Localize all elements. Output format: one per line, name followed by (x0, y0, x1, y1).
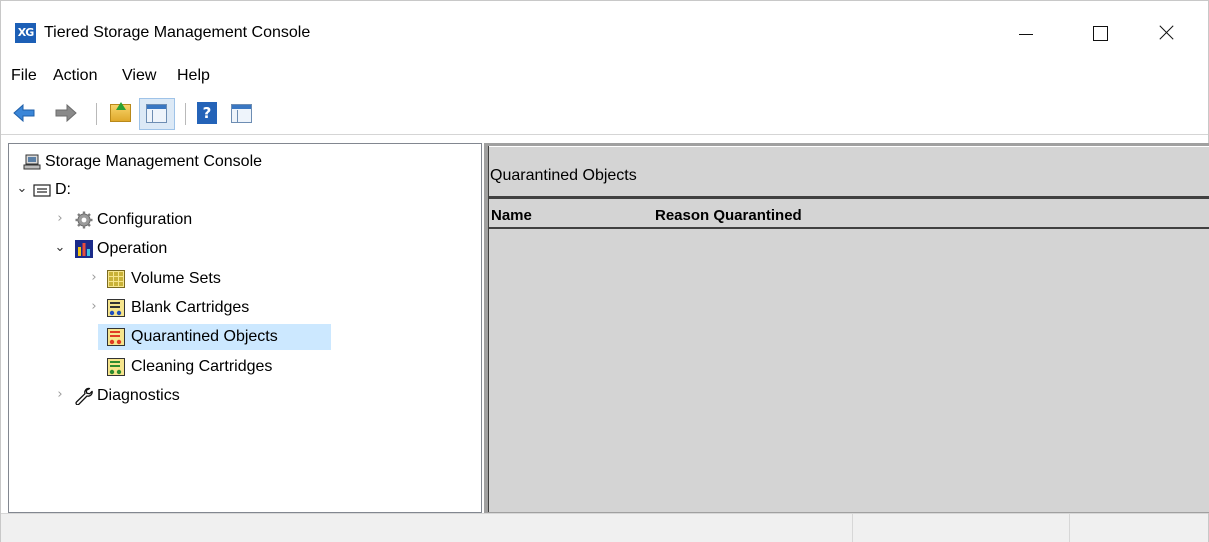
chevron-down-icon[interactable]: ⌄ (53, 240, 67, 256)
window-title: Tiered Storage Management Console (44, 24, 311, 41)
tree-item-label: Quarantined Objects (131, 328, 278, 345)
show-hide-console-tree-icon[interactable] (146, 104, 167, 123)
tree-item-drive-d[interactable]: ⌄ D: (9, 178, 129, 202)
cleaning-cartridge-icon (107, 358, 125, 376)
tree-item-volume-sets[interactable]: › Volume Sets (9, 267, 269, 291)
tree-item-quarantined-objects[interactable]: Quarantined Objects (9, 325, 339, 349)
column-header-reason-quarantined[interactable]: Reason Quarantined (655, 207, 802, 225)
tree-item-label: Configuration (97, 211, 193, 228)
menu-view[interactable]: View (122, 67, 156, 85)
app-icon: XG (15, 23, 36, 43)
tree-item-cleaning-cartridges[interactable]: Cleaning Cartridges (9, 355, 339, 379)
status-cell (1069, 514, 1208, 542)
menu-bar: File Action View Help (1, 61, 1208, 91)
bar-chart-icon (75, 240, 93, 258)
tree-item-operation[interactable]: ⌄ Operation (9, 237, 229, 261)
show-hide-action-pane-icon[interactable] (231, 104, 252, 123)
tree-item-root[interactable]: Storage Management Console (9, 150, 329, 174)
tree-item-configuration[interactable]: › Configuration (9, 208, 249, 232)
toolbar-divider (1, 134, 1208, 135)
pane-splitter[interactable] (488, 146, 489, 512)
tree-item-diagnostics[interactable]: › Diagnostics (9, 384, 239, 408)
result-title: Quarantined Objects (490, 167, 637, 184)
menu-help[interactable]: Help (177, 67, 210, 85)
close-button[interactable] (1144, 13, 1190, 53)
minimize-button[interactable] (1003, 13, 1049, 53)
forward-arrow-icon[interactable] (54, 101, 78, 125)
status-cell (852, 514, 1069, 542)
column-header-row: Name Reason Quarantined (488, 202, 1209, 229)
tree-item-label: D: (55, 181, 71, 198)
tree-item-label: Diagnostics (97, 387, 180, 404)
toolbar-separator (96, 103, 97, 125)
computer-icon (23, 154, 41, 170)
result-panel: Quarantined Objects Name Reason Quaranti… (488, 146, 1209, 512)
quarantined-cartridge-icon (107, 328, 125, 346)
blank-cartridge-icon (107, 299, 125, 317)
status-bar (1, 513, 1208, 542)
gear-icon (75, 211, 93, 229)
console-tree[interactable]: Storage Management Console ⌄ D: › Config… (8, 143, 482, 513)
menu-file[interactable]: File (11, 67, 37, 85)
help-icon[interactable]: ? (197, 102, 217, 124)
menu-action[interactable]: Action (53, 67, 97, 85)
tree-item-label: Operation (97, 240, 168, 257)
column-header-name[interactable]: Name (491, 207, 532, 225)
toolbar-separator (185, 103, 186, 125)
tree-item-label: Blank Cartridges (131, 299, 250, 316)
result-header: Quarantined Objects (488, 146, 1209, 199)
volume-sets-icon (107, 270, 125, 288)
chevron-down-icon[interactable]: ⌄ (15, 181, 29, 197)
main-window: XG Tiered Storage Management Console Fil… (0, 0, 1209, 542)
result-pane: Quarantined Objects Name Reason Quaranti… (484, 143, 1209, 513)
up-one-level-icon[interactable] (110, 102, 131, 122)
tree-item-blank-cartridges[interactable]: › Blank Cartridges (9, 296, 289, 320)
results-list[interactable] (488, 231, 1209, 512)
chevron-right-icon[interactable]: › (87, 299, 101, 315)
tree-item-label: Cleaning Cartridges (131, 358, 273, 375)
title-bar[interactable]: XG Tiered Storage Management Console (1, 1, 1208, 61)
tree-item-label: Storage Management Console (45, 153, 263, 170)
chevron-right-icon[interactable]: › (53, 211, 67, 227)
toolbar: ? (1, 98, 1208, 132)
chevron-right-icon[interactable]: › (87, 270, 101, 286)
tree-item-label: Volume Sets (131, 270, 221, 287)
back-arrow-icon[interactable] (12, 101, 36, 125)
maximize-button[interactable] (1077, 13, 1123, 53)
wrench-icon (75, 387, 93, 405)
chevron-right-icon[interactable]: › (53, 387, 67, 403)
drive-icon (33, 184, 51, 197)
